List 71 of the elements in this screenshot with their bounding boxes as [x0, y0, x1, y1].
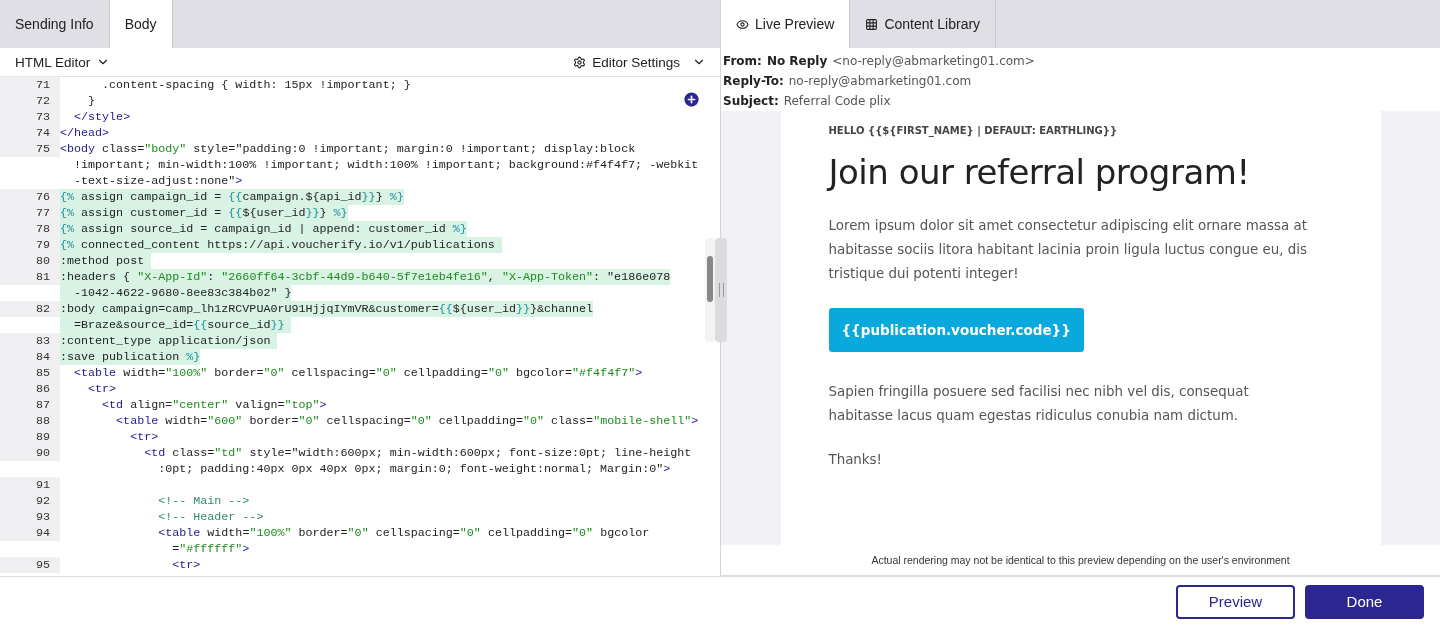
sender-name: No Reply — [766, 53, 828, 70]
line-number: 74 — [0, 125, 60, 141]
code-line: <table width="100%" border="0" cellspacing="0" cellpadding="0" bgcolor — [157, 525, 650, 541]
line-number: 78 — [0, 221, 60, 237]
line-number: 71 — [0, 77, 60, 93]
line-number: 81 — [0, 269, 60, 285]
line-number: 87 — [0, 397, 60, 413]
tab[interactable]: Body — [109, 0, 173, 48]
code-line: </head> — [60, 125, 110, 141]
email-closing: Thanks! — [828, 452, 883, 467]
grid-icon — [865, 17, 879, 31]
email-paragraph: Sapien fringilla posuere sed facilisi nec nibh vel dis, consequat habitasse lacus quam egestas ridiculus conubia nam dictum. — [828, 383, 1250, 425]
code-line: -text-size-adjust:none"> — [73, 173, 243, 189]
line-number: 95 — [0, 557, 60, 573]
email-greeting: HELLO {{${FIRST_NAME} | DEFAULT: EARTHLING}} — [828, 125, 1119, 136]
email-paragraph: Lorem ipsum dolor sit amet consectetur adipiscing elit ornare massa at habitasse sociis litora habitant lacinia proin ligula luctus congue eu, dis tristique dui potenti integer! — [828, 217, 1308, 283]
tab[interactable]: Content Library — [850, 0, 997, 48]
add-icon[interactable] — [682, 90, 701, 109]
code-line: <td align="center" valign="top"> — [101, 397, 327, 413]
line-number: 83 — [0, 333, 60, 349]
scrollbar[interactable] — [705, 238, 715, 342]
subject-label: Subject: — [723, 93, 779, 110]
line-number: 84 — [0, 349, 60, 365]
code-line: <body class="body" style="padding:0 !important; margin:0 !important; display:block — [60, 141, 636, 157]
code-line: } — [87, 93, 96, 109]
resize-handle[interactable] — [715, 238, 727, 342]
code-line: <!-- Header --> — [157, 509, 264, 525]
code-line: ="#ffffff"> — [171, 541, 250, 557]
code-line: <table width="600" border="0" cellspacing="0" cellpadding="0" class="mobile-shell"> — [115, 413, 699, 429]
code-line: <!-- Main --> — [157, 493, 250, 509]
from-label: From: — [723, 53, 762, 70]
disclaimer-text: Actual rendering may not be identical to this preview depending on the user's environment — [721, 545, 1440, 576]
line-number: 86 — [0, 381, 60, 397]
code-line: <tr> — [87, 381, 117, 397]
line-number: 94 — [0, 525, 60, 541]
reply-to-label: Reply-To: — [723, 73, 784, 90]
done-button[interactable]: Done — [1305, 584, 1424, 619]
subject-text: Referral Code plix — [783, 93, 891, 110]
line-number: 76 — [0, 189, 60, 205]
line-number: 77 — [0, 205, 60, 221]
reply-to-address: no-reply@abmarketing01.com — [788, 73, 972, 90]
code-line: </style> — [73, 109, 131, 125]
editor-settings-dropdown[interactable]: Editor Settings — [573, 54, 706, 70]
line-number: 90 — [0, 445, 60, 461]
line-number: 91 — [0, 477, 60, 493]
line-number: 73 — [0, 109, 60, 125]
code-line: <table width="100%" border="0" cellspacing="0" cellpadding="0" bgcolor="#f4f4f7"> — [73, 365, 643, 381]
line-number: 89 — [0, 429, 60, 445]
line-number: 92 — [0, 493, 60, 509]
preview-button[interactable]: Preview — [1176, 584, 1295, 619]
code-line: !important; min-width:100% !important; width:100% !important; background:#f4f4f7; -webkit — [73, 157, 699, 173]
line-number: 85 — [0, 365, 60, 381]
tab[interactable]: Live Preview — [721, 0, 851, 48]
line-number: 79 — [0, 237, 60, 253]
line-number: 72 — [0, 93, 60, 109]
code-line: <td class="td" style="width:600px; min-width:600px; font-size:0pt; line-height — [143, 445, 692, 461]
code-line: .content-spacing { width: 15px !important; } — [101, 77, 411, 93]
email-heading: Join our referral program! — [828, 152, 1251, 192]
sender-address: <no-reply@abmarketing01.com> — [832, 53, 1035, 70]
code-line: <tr> — [129, 429, 159, 445]
tab[interactable]: Sending Info — [0, 0, 110, 48]
line-number: 88 — [0, 413, 60, 429]
settings-icon — [573, 55, 587, 69]
editor-mode-dropdown[interactable]: HTML Editor — [15, 54, 111, 70]
line-number: 82 — [0, 301, 60, 317]
code-line: :0pt; padding:40px 0px 40px 0px; margin:0; font-weight:normal; Margin:0"> — [157, 461, 671, 477]
line-number: 75 — [0, 141, 60, 157]
code-line: <tr> — [171, 557, 201, 573]
eye-icon — [736, 17, 749, 31]
line-number: 93 — [0, 509, 60, 525]
line-number: 80 — [0, 253, 60, 269]
